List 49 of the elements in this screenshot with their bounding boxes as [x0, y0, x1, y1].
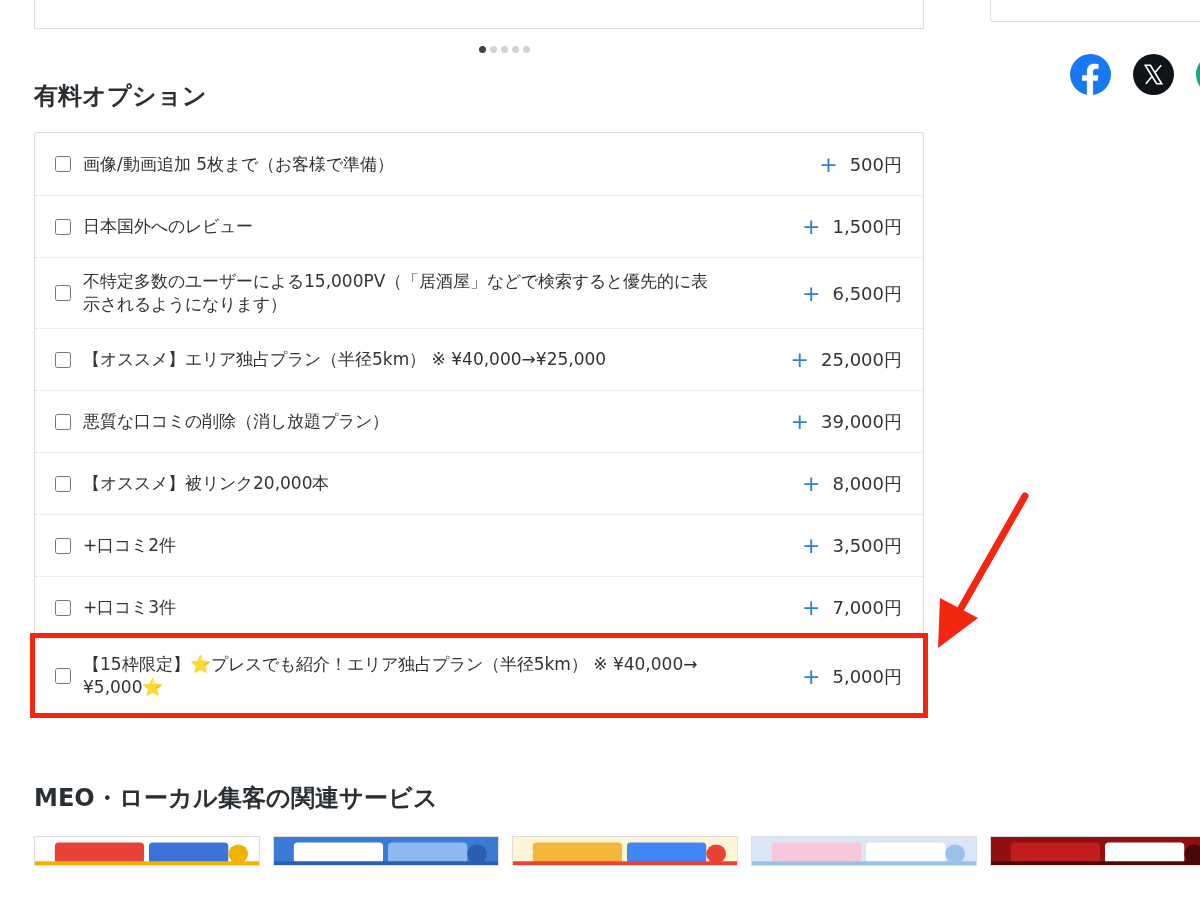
option-price: 500円	[849, 152, 902, 176]
plus-sign: +	[819, 152, 838, 176]
option-price: 7,000円	[832, 596, 902, 619]
option-row[interactable]: 【オススメ】エリア独占プラン（半径5km） ※ ¥40,000→¥25,000 + 25,000円	[35, 328, 923, 390]
option-row[interactable]: +口コミ2件 + 3,500円	[35, 514, 923, 576]
option-price: 5,000円	[832, 664, 902, 688]
option-checkbox[interactable]	[55, 285, 71, 301]
plus-sign: +	[802, 664, 821, 688]
option-label: 日本国外へのレビュー	[83, 215, 254, 238]
option-label: 【オススメ】エリア独占プラン（半径5km） ※ ¥40,000→¥25,000	[83, 348, 608, 371]
facebook-icon[interactable]	[1070, 54, 1111, 95]
option-checkbox[interactable]	[55, 156, 71, 172]
option-row[interactable]: 画像/動画追加 5枚まで（お客様で準備） + 500円	[35, 133, 923, 195]
option-row[interactable]: 不特定多数のユーザーによる15,000PV（「居酒屋」などで検索すると優先的に表示されるようになります） + 6,500円	[35, 257, 923, 328]
option-row[interactable]: +口コミ3件 + 7,000円	[35, 576, 923, 638]
option-price: 39,000円	[821, 410, 902, 433]
plus-sign: +	[790, 348, 809, 371]
option-checkbox[interactable]	[55, 599, 71, 616]
section-title: 有料オプション	[34, 81, 207, 112]
option-label: 【オススメ】被リンク20,000本	[83, 472, 331, 495]
option-label: 【15枠限定】⭐プレスでも紹介！エリア独占プラン（半径5km） ※ ¥40,000→¥5,000⭐	[83, 653, 699, 699]
x-logo-icon[interactable]	[1133, 54, 1174, 95]
plus-sign: +	[790, 410, 809, 433]
plus-sign: +	[802, 472, 821, 495]
option-price: 6,500円	[832, 281, 902, 305]
option-label: +口コミ2件	[83, 534, 178, 557]
option-checkbox[interactable]	[55, 537, 71, 554]
option-label: 画像/動画追加 5枚まで（お客様で準備）	[83, 152, 395, 176]
plus-sign: +	[802, 534, 821, 557]
option-price: 8,000円	[832, 472, 902, 495]
option-price: 3,500円	[832, 534, 902, 557]
option-checkbox[interactable]	[55, 668, 71, 684]
option-price: 25,000円	[821, 348, 902, 371]
option-label: +口コミ3件	[83, 596, 178, 619]
option-label: 悪質な口コミの削除（消し放題プラン）	[83, 410, 390, 433]
option-row[interactable]: 日本国外へのレビュー + 1,500円	[35, 195, 923, 257]
option-checkbox[interactable]	[55, 218, 71, 235]
option-row[interactable]: 【オススメ】被リンク20,000本 + 8,000円	[35, 452, 923, 514]
plus-sign: +	[802, 281, 821, 305]
option-checkbox[interactable]	[55, 413, 71, 430]
option-row[interactable]: 悪質な口コミの削除（消し放題プラン） + 39,000円	[35, 390, 923, 452]
section-title: MEO・ローカル集客の関連サービス	[34, 783, 438, 814]
option-checkbox[interactable]	[55, 351, 71, 368]
highlighted-option-row[interactable]: 【15枠限定】⭐プレスでも紹介！エリア独占プラン（半径5km） ※ ¥40,000→¥5,000⭐ + 5,000円	[35, 638, 923, 713]
plus-sign: +	[802, 596, 821, 619]
plus-sign: +	[802, 215, 821, 238]
option-label: 不特定多数のユーザーによる15,000PV（「居酒屋」などで検索すると優先的に表示されるようになります）	[83, 270, 710, 316]
option-price: 1,500円	[832, 215, 902, 238]
option-checkbox[interactable]	[55, 475, 71, 492]
